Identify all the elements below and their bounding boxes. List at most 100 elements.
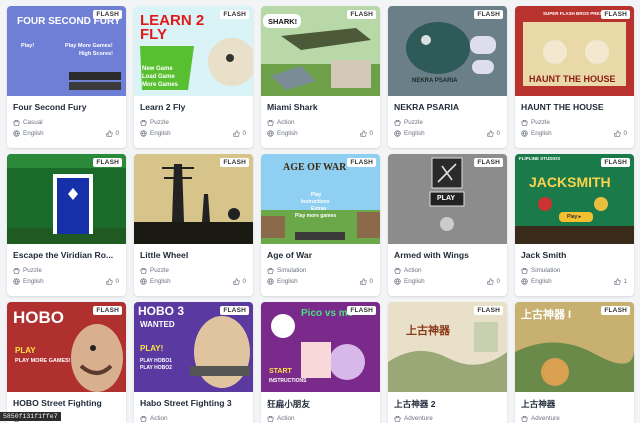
category-icon	[521, 268, 528, 274]
game-card[interactable]: SHARK! FLASH Miami Shark Action English 0	[261, 6, 380, 148]
game-thumbnail[interactable]: LEARN 2 FLY New Game Load Game More Games FL…	[134, 6, 253, 96]
game-title[interactable]: Escape the Viridian Ro...	[13, 250, 121, 260]
game-card[interactable]: SUPER FLASH BROS PRESENT HAUNT THE HOUSE F…	[515, 6, 634, 148]
game-thumbnail[interactable]: FLASH	[134, 154, 253, 244]
game-title[interactable]: Learn 2 Fly	[140, 102, 248, 112]
game-category: Action	[394, 267, 422, 274]
game-category: Action	[140, 415, 168, 422]
category-icon	[267, 416, 274, 422]
game-title[interactable]: 狂扁小朋友	[267, 398, 375, 410]
game-card[interactable]: NEKRA PSARIA FLASH NEKRA PSARIA Puzzle Engli…	[388, 6, 507, 148]
game-card[interactable]: FLASH Escape the Viridian Ro... Puzzle Engl…	[7, 154, 126, 296]
like-count: 0	[242, 130, 246, 137]
game-thumbnail[interactable]: 上古神器 I FLASH	[515, 302, 634, 392]
like-button[interactable]: 1	[614, 278, 627, 285]
thumb-line: Play	[311, 192, 322, 198]
thumb-subtitle: FLIPLINE STUDIOS	[519, 156, 561, 161]
like-button[interactable]: 0	[233, 278, 246, 285]
thumb-line: Extras	[311, 206, 327, 212]
like-button[interactable]: 0	[106, 130, 119, 137]
category-icon	[267, 268, 274, 274]
category-label: Action	[404, 267, 422, 274]
category-icon	[394, 120, 401, 126]
game-title[interactable]: Habo Street Fighting 3	[140, 398, 248, 408]
thumb-subtitle: WANTED	[140, 320, 175, 329]
game-thumbnail[interactable]: SUPER FLASH BROS PRESENT HAUNT THE HOUSE F…	[515, 6, 634, 96]
game-card[interactable]: 上古神器FLASH上古神器 2AdventureEnglish0	[388, 302, 507, 423]
like-count: 1	[623, 278, 627, 285]
thumb-line: Play more games	[295, 213, 337, 219]
game-card[interactable]: HOBO PLAY PLAY MORE GAMES! FLASH HOBO Street…	[7, 302, 126, 423]
thumb-line: PLAY HOBO1	[140, 358, 172, 364]
flash-badge: FLASH	[474, 10, 503, 19]
like-button[interactable]: 0	[360, 278, 373, 285]
game-thumbnail[interactable]: FLIPLINE STUDIOS JACKSMITH Play ▸ FLASH	[515, 154, 634, 244]
like-button[interactable]: 0	[614, 130, 627, 137]
flash-badge: FLASH	[474, 306, 503, 315]
game-card[interactable]: FOUR SECOND FURY Play! Play More Games! Hig…	[7, 6, 126, 148]
category-label: Puzzle	[150, 119, 169, 126]
game-category: Puzzle	[140, 267, 169, 274]
game-card[interactable]: Pico vs me START INSTRUCTIONS FLASH 狂扁小朋友 Act…	[261, 302, 380, 423]
game-thumbnail[interactable]: 上古神器 FLASH	[388, 302, 507, 392]
game-title[interactable]: HOBO Street Fighting	[13, 398, 121, 408]
game-title[interactable]: 上古神器 2	[394, 398, 502, 410]
game-title[interactable]: Little Wheel	[140, 250, 248, 260]
game-title[interactable]: 上古神器	[521, 398, 629, 410]
like-count: 0	[369, 130, 373, 137]
thumb-title: PLAY	[437, 195, 456, 202]
game-card[interactable]: 上古神器 IFLASH上古神器AdventureEnglish0	[515, 302, 634, 423]
game-card[interactable]: AGE OF WAR Play Instructions Extras Play mor…	[261, 154, 380, 296]
game-title[interactable]: NEKRA PSARIA	[394, 102, 502, 112]
game-thumbnail[interactable]: AGE OF WAR Play Instructions Extras Play mor…	[261, 154, 380, 244]
language-label: English	[277, 130, 298, 137]
like-button[interactable]: 0	[487, 278, 500, 285]
like-count: 0	[369, 278, 373, 285]
game-language: English	[140, 278, 171, 285]
category-icon	[13, 268, 20, 274]
game-card[interactable]: HOBO 3 WANTED PLAY! PLAY HOBO1 PLAY HOBO2 FLA…	[134, 302, 253, 423]
game-card[interactable]: LEARN 2 FLY New Game Load Game More Games FL…	[134, 6, 253, 148]
category-icon	[521, 120, 528, 126]
game-title[interactable]: HAUNT THE HOUSE	[521, 102, 629, 112]
game-thumbnail[interactable]: HOBO 3 WANTED PLAY! PLAY HOBO1 PLAY HOBO2 FLA…	[134, 302, 253, 392]
game-title[interactable]: Four Second Fury	[13, 102, 121, 112]
game-thumbnail[interactable]: FLASH	[7, 154, 126, 244]
like-count: 0	[115, 130, 119, 137]
category-label: Action	[277, 119, 295, 126]
globe-icon	[13, 278, 20, 285]
game-title[interactable]: Age of War	[267, 250, 375, 260]
game-language: English	[521, 278, 552, 285]
like-button[interactable]: 0	[233, 130, 246, 137]
game-category: Puzzle	[521, 119, 550, 126]
game-card[interactable]: FLIPLINE STUDIOS JACKSMITH Play ▸ FLASH Jack…	[515, 154, 634, 296]
thumb-title: SHARK!	[268, 17, 298, 26]
game-category: Adventure	[521, 415, 560, 422]
game-title[interactable]: Armed with Wings	[394, 250, 502, 260]
game-thumbnail[interactable]: SHARK! FLASH	[261, 6, 380, 96]
category-icon	[13, 120, 20, 126]
thumb-line: PLAY MORE GAMES!	[15, 358, 71, 364]
thumb-line: High Scores!	[79, 51, 113, 57]
globe-icon	[140, 278, 147, 285]
flash-badge: FLASH	[347, 10, 376, 19]
game-card[interactable]: FLASH Little Wheel Puzzle English 0	[134, 154, 253, 296]
flash-badge: FLASH	[93, 306, 122, 315]
game-title[interactable]: Jack Smith	[521, 250, 629, 260]
game-thumbnail[interactable]: Pico vs me START INSTRUCTIONS FLASH	[261, 302, 380, 392]
game-thumbnail[interactable]: FOUR SECOND FURY Play! Play More Games! Hig…	[7, 6, 126, 96]
game-language: English	[13, 130, 44, 137]
like-button[interactable]: 0	[360, 130, 373, 137]
like-count: 0	[496, 130, 500, 137]
game-title[interactable]: Miami Shark	[267, 102, 375, 112]
like-button[interactable]: 0	[487, 130, 500, 137]
globe-icon	[267, 278, 274, 285]
game-thumbnail[interactable]: NEKRA PSARIA FLASH	[388, 6, 507, 96]
like-button[interactable]: 0	[106, 278, 119, 285]
thumbs-up-icon	[360, 130, 368, 137]
game-thumbnail[interactable]: PLAY FLASH	[388, 154, 507, 244]
language-label: English	[150, 130, 171, 137]
game-thumbnail[interactable]: HOBO PLAY PLAY MORE GAMES! FLASH	[7, 302, 126, 392]
flash-badge: FLASH	[347, 306, 376, 315]
game-card[interactable]: PLAY FLASH Armed with Wings Action English 0	[388, 154, 507, 296]
